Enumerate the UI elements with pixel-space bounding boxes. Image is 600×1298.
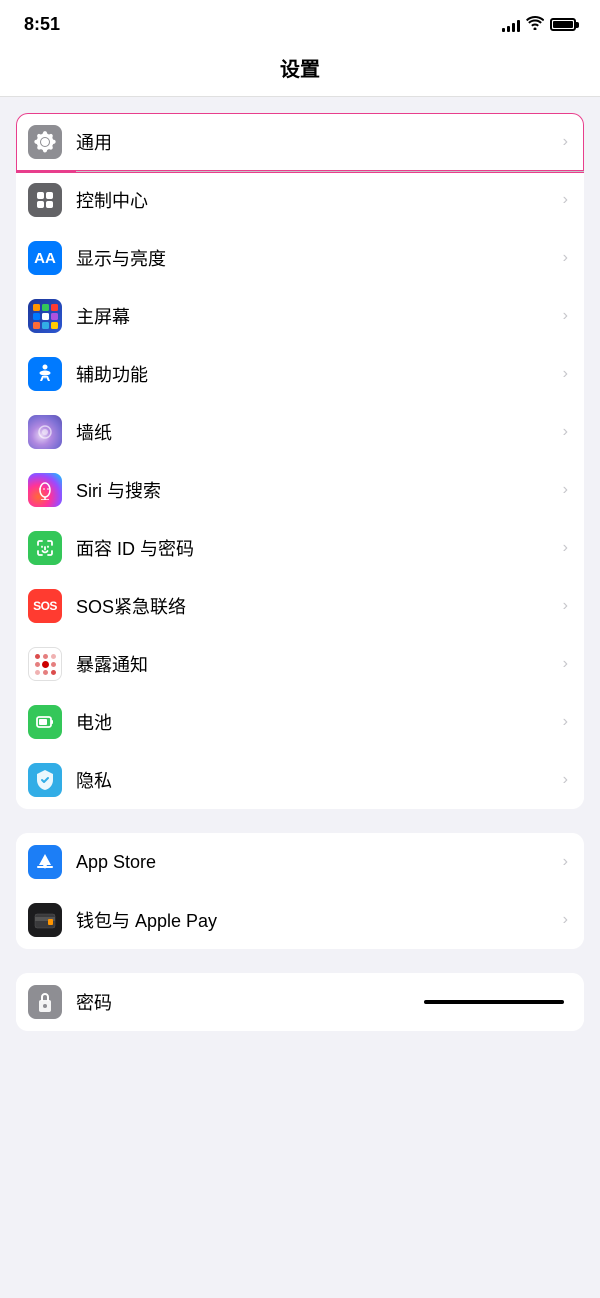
wallet-label: 钱包与 Apple Pay bbox=[76, 907, 559, 933]
settings-item-privacy[interactable]: 隐私 › bbox=[16, 751, 584, 809]
settings-group-1: 通用 › 控制中心 › AA bbox=[0, 101, 600, 809]
face-id-label: 面容 ID 与密码 bbox=[76, 535, 559, 561]
wallet-icon bbox=[28, 903, 62, 937]
control-center-icon bbox=[28, 183, 62, 217]
settings-item-display[interactable]: AA 显示与亮度 › bbox=[16, 229, 584, 287]
battery-item-icon bbox=[28, 705, 62, 739]
face-id-icon bbox=[28, 531, 62, 565]
app-store-chevron: › bbox=[563, 853, 568, 871]
sos-label: SOS紧急联络 bbox=[76, 593, 559, 619]
settings-item-battery[interactable]: 电池 › bbox=[16, 693, 584, 751]
settings-item-general[interactable]: 通用 › bbox=[16, 113, 584, 171]
passwords-bar bbox=[424, 1000, 564, 1004]
status-icons bbox=[502, 16, 576, 33]
general-chevron: › bbox=[563, 133, 568, 151]
settings-item-accessibility[interactable]: 辅助功能 › bbox=[16, 345, 584, 403]
accessibility-chevron: › bbox=[563, 365, 568, 383]
settings-item-control-center[interactable]: 控制中心 › bbox=[16, 171, 584, 229]
settings-item-sos[interactable]: SOS SOS紧急联络 › bbox=[16, 577, 584, 635]
accessibility-icon bbox=[28, 357, 62, 391]
sos-chevron: › bbox=[563, 597, 568, 615]
page-title: 设置 bbox=[0, 53, 600, 82]
display-chevron: › bbox=[563, 249, 568, 267]
passwords-icon bbox=[28, 985, 62, 1019]
settings-item-passwords[interactable]: 密码 bbox=[16, 973, 584, 1031]
settings-list-card-1: 通用 › 控制中心 › AA bbox=[16, 113, 584, 809]
settings-list-card-3: 密码 bbox=[16, 973, 584, 1031]
passwords-label: 密码 bbox=[76, 989, 250, 1015]
app-store-label: App Store bbox=[76, 852, 559, 873]
accessibility-label: 辅助功能 bbox=[76, 361, 559, 387]
sos-icon: SOS bbox=[28, 589, 62, 623]
privacy-icon bbox=[28, 763, 62, 797]
settings-item-app-store[interactable]: App Store › bbox=[16, 833, 584, 891]
wifi-icon bbox=[526, 16, 544, 33]
face-id-chevron: › bbox=[563, 539, 568, 557]
page-title-bar: 设置 bbox=[0, 43, 600, 97]
settings-group-2: App Store › 钱包与 Apple Pay › bbox=[0, 821, 600, 949]
home-screen-icon bbox=[28, 299, 62, 333]
exposure-icon bbox=[28, 647, 62, 681]
settings-item-face-id[interactable]: 面容 ID 与密码 › bbox=[16, 519, 584, 577]
home-screen-chevron: › bbox=[563, 307, 568, 325]
siri-label: Siri 与搜索 bbox=[76, 477, 559, 503]
siri-icon bbox=[28, 473, 62, 507]
siri-chevron: › bbox=[563, 481, 568, 499]
battery-chevron: › bbox=[563, 713, 568, 731]
settings-item-home-screen[interactable]: 主屏幕 › bbox=[16, 287, 584, 345]
exposure-chevron: › bbox=[563, 655, 568, 673]
general-icon bbox=[28, 125, 62, 159]
display-icon: AA bbox=[28, 241, 62, 275]
app-store-icon bbox=[28, 845, 62, 879]
privacy-chevron: › bbox=[563, 771, 568, 789]
settings-item-wallet[interactable]: 钱包与 Apple Pay › bbox=[16, 891, 584, 949]
exposure-label: 暴露通知 bbox=[76, 651, 559, 677]
settings-item-wallpaper[interactable]: 墙纸 › bbox=[16, 403, 584, 461]
wallpaper-icon bbox=[28, 415, 62, 449]
status-bar: 8:51 bbox=[0, 0, 600, 43]
home-screen-label: 主屏幕 bbox=[76, 303, 559, 329]
signal-icon bbox=[502, 18, 520, 32]
wallpaper-chevron: › bbox=[563, 423, 568, 441]
settings-item-exposure[interactable]: 暴露通知 › bbox=[16, 635, 584, 693]
display-label: 显示与亮度 bbox=[76, 245, 559, 271]
wallet-chevron: › bbox=[563, 911, 568, 929]
control-center-label: 控制中心 bbox=[76, 187, 559, 213]
battery-icon bbox=[550, 18, 576, 31]
settings-item-siri[interactable]: Siri 与搜索 › bbox=[16, 461, 584, 519]
general-label: 通用 bbox=[76, 129, 559, 155]
privacy-label: 隐私 bbox=[76, 767, 559, 793]
settings-list-card-2: App Store › 钱包与 Apple Pay › bbox=[16, 833, 584, 949]
settings-group-3: 密码 bbox=[0, 961, 600, 1031]
wallpaper-label: 墙纸 bbox=[76, 419, 559, 445]
battery-label: 电池 bbox=[76, 709, 559, 735]
control-center-chevron: › bbox=[563, 191, 568, 209]
status-time: 8:51 bbox=[24, 14, 60, 35]
